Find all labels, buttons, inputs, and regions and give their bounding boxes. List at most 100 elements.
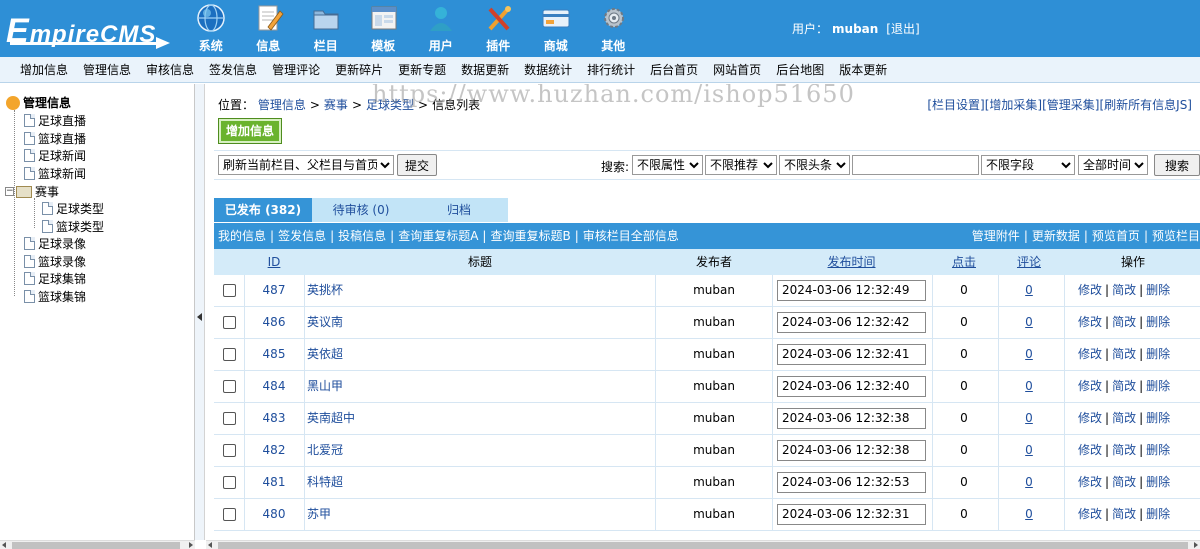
left-horizontal-scrollbar[interactable] (0, 540, 195, 549)
row-comments-link[interactable]: 0 (999, 275, 1059, 306)
topnav-info[interactable]: 信息 (240, 0, 298, 57)
menu-site-home[interactable]: 网站首页 (706, 57, 768, 82)
dup-title-b-link[interactable]: 查询重复标题B (490, 229, 570, 243)
tree-item-basketball-live[interactable]: 篮球直播 (24, 130, 86, 147)
tree-item-events[interactable]: − 赛事 (5, 183, 59, 200)
row-title-link[interactable]: 黑山甲 (307, 371, 343, 402)
tree-item-basketball-highlights[interactable]: 篮球集锦 (24, 288, 86, 305)
scroll-right-icon[interactable] (1194, 542, 1198, 548)
menu-update-fragments[interactable]: 更新碎片 (328, 57, 390, 82)
quick-edit-link[interactable]: 简改 (1112, 443, 1136, 457)
quick-edit-link[interactable]: 简改 (1112, 475, 1136, 489)
menu-add-info[interactable]: 增加信息 (13, 57, 75, 82)
tab-published[interactable]: 已发布 (382) (214, 198, 312, 222)
row-publish-time-input[interactable]: 2024-03-06 12:32:38 (777, 440, 926, 461)
topnav-user[interactable]: 用户 (412, 0, 470, 57)
breadcrumb-events[interactable]: 赛事 (324, 98, 348, 112)
row-title-link[interactable]: 英议南 (307, 307, 343, 338)
tree-item-football-type[interactable]: 足球类型 (42, 200, 104, 217)
topnav-other[interactable]: 其他 (585, 0, 643, 57)
tree-item-basketball-news[interactable]: 篮球新闻 (24, 165, 86, 182)
edit-link[interactable]: 修改 (1078, 507, 1102, 521)
row-title-link[interactable]: 科特超 (307, 467, 343, 498)
delete-link[interactable]: 删除 (1146, 315, 1170, 329)
scroll-left-icon[interactable] (2, 542, 6, 548)
manage-collect-link[interactable]: [管理采集] (1042, 98, 1099, 112)
row-checkbox[interactable] (223, 380, 236, 393)
topnav-shop[interactable]: 商城 (527, 0, 585, 57)
add-info-button[interactable]: 增加信息 (218, 118, 282, 144)
menu-data-update[interactable]: 数据更新 (454, 57, 516, 82)
preview-column-link[interactable]: 预览栏目 (1152, 229, 1200, 243)
row-publish-time-input[interactable]: 2024-03-06 12:32:38 (777, 408, 926, 429)
tree-root[interactable]: 管理信息 (6, 94, 71, 111)
add-collect-link[interactable]: [增加采集] (985, 98, 1042, 112)
row-publish-time-input[interactable]: 2024-03-06 12:32:31 (777, 504, 926, 525)
row-checkbox[interactable] (223, 508, 236, 521)
dup-title-a-link[interactable]: 查询重复标题A (398, 229, 478, 243)
delete-link[interactable]: 删除 (1146, 443, 1170, 457)
update-data-link[interactable]: 更新数据 (1032, 229, 1080, 243)
delete-link[interactable]: 删除 (1146, 347, 1170, 361)
tree-item-football-news[interactable]: 足球新闻 (24, 147, 86, 164)
submission-info-link[interactable]: 投稿信息 (338, 229, 386, 243)
refresh-scope-select[interactable]: 刷新当前栏目、父栏目与首页 (218, 155, 394, 175)
delete-link[interactable]: 删除 (1146, 507, 1170, 521)
quick-edit-link[interactable]: 简改 (1112, 283, 1136, 297)
quick-edit-link[interactable]: 简改 (1112, 347, 1136, 361)
breadcrumb-manage-info[interactable]: 管理信息 (258, 98, 306, 112)
menu-manage-info[interactable]: 管理信息 (76, 57, 138, 82)
recommend-select[interactable]: 不限推荐 (705, 155, 777, 175)
quick-edit-link[interactable]: 简改 (1112, 379, 1136, 393)
logout-link[interactable]: [退出] (886, 22, 919, 36)
tab-archive[interactable]: 归档 (410, 198, 508, 222)
column-settings-link[interactable]: [栏目设置] (927, 98, 984, 112)
tree-item-football-replay[interactable]: 足球录像 (24, 235, 86, 252)
quick-edit-link[interactable]: 简改 (1112, 411, 1136, 425)
row-title-link[interactable]: 苏甲 (307, 499, 331, 530)
review-all-link[interactable]: 审核栏目全部信息 (583, 229, 679, 243)
sort-clicks-header[interactable]: 点击 (934, 249, 994, 275)
edit-link[interactable]: 修改 (1078, 283, 1102, 297)
menu-sign-info[interactable]: 签发信息 (202, 57, 264, 82)
row-comments-link[interactable]: 0 (999, 403, 1059, 434)
edit-link[interactable]: 修改 (1078, 411, 1102, 425)
row-checkbox[interactable] (223, 284, 236, 297)
search-button[interactable]: 搜索 (1154, 154, 1200, 176)
empirecms-logo[interactable]: EmpireCMS (6, 8, 172, 50)
delete-link[interactable]: 删除 (1146, 475, 1170, 489)
menu-version-update[interactable]: 版本更新 (832, 57, 894, 82)
scroll-right-icon[interactable] (189, 542, 193, 548)
row-comments-link[interactable]: 0 (999, 499, 1059, 530)
menu-manage-comments[interactable]: 管理评论 (265, 57, 327, 82)
tree-item-football-live[interactable]: 足球直播 (24, 112, 86, 129)
row-publish-time-input[interactable]: 2024-03-06 12:32:49 (777, 280, 926, 301)
topnav-system[interactable]: 系统 (182, 0, 240, 57)
headline-select[interactable]: 不限头条 (779, 155, 850, 175)
search-input[interactable] (852, 155, 979, 175)
collapse-icon[interactable]: − (5, 187, 14, 196)
scroll-thumb[interactable] (218, 542, 1188, 549)
row-checkbox[interactable] (223, 444, 236, 457)
tree-item-basketball-type[interactable]: 篮球类型 (42, 218, 104, 235)
edit-link[interactable]: 修改 (1078, 315, 1102, 329)
quick-edit-link[interactable]: 简改 (1112, 315, 1136, 329)
row-title-link[interactable]: 北爱冠 (307, 435, 343, 466)
row-checkbox[interactable] (223, 412, 236, 425)
submit-button[interactable]: 提交 (397, 154, 437, 176)
scroll-thumb[interactable] (12, 542, 180, 549)
delete-link[interactable]: 删除 (1146, 379, 1170, 393)
row-publish-time-input[interactable]: 2024-03-06 12:32:42 (777, 312, 926, 333)
sign-info-link[interactable]: 签发信息 (278, 229, 326, 243)
row-publish-time-input[interactable]: 2024-03-06 12:32:40 (777, 376, 926, 397)
row-comments-link[interactable]: 0 (999, 307, 1059, 338)
row-publish-time-input[interactable]: 2024-03-06 12:32:41 (777, 344, 926, 365)
tab-pending[interactable]: 待审核 (0) (312, 198, 410, 222)
field-select[interactable]: 不限字段 (981, 155, 1075, 175)
time-select[interactable]: 全部时间 (1078, 155, 1148, 175)
edit-link[interactable]: 修改 (1078, 443, 1102, 457)
edit-link[interactable]: 修改 (1078, 347, 1102, 361)
menu-admin-home[interactable]: 后台首页 (643, 57, 705, 82)
row-checkbox[interactable] (223, 476, 236, 489)
row-comments-link[interactable]: 0 (999, 371, 1059, 402)
